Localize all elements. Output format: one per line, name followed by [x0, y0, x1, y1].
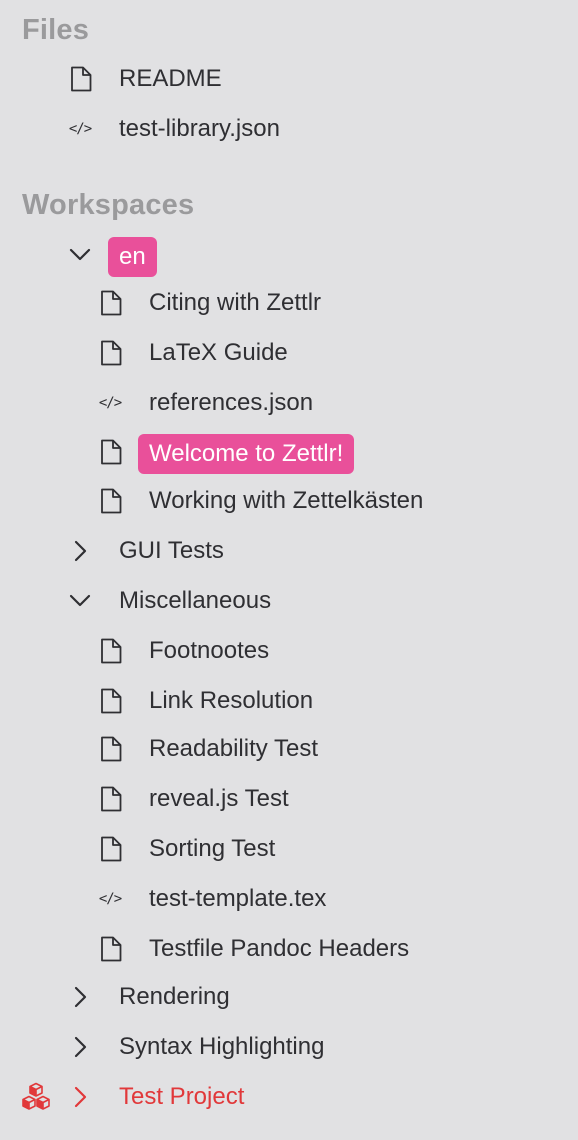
file-item-label: Testfile Pandoc Headers	[149, 935, 410, 962]
folder-label: Rendering	[119, 983, 230, 1010]
folder-syntax-highlighting[interactable]: Syntax Highlighting	[0, 1023, 578, 1071]
file-item-label: reveal.js Test	[149, 785, 289, 812]
file-item-working-with-zettelkasten[interactable]: Working with Zettelkästen	[0, 477, 578, 525]
file-icon	[97, 487, 125, 515]
file-item-label: Link Resolution	[149, 687, 314, 714]
file-icon	[97, 835, 125, 863]
file-icon	[97, 735, 125, 763]
file-item-references-json[interactable]: </> references.json	[0, 379, 578, 427]
file-item-label: Citing with Zettlr	[149, 289, 322, 316]
file-item-label: Sorting Test	[149, 835, 276, 862]
file-item-readability-test[interactable]: Readability Test	[0, 725, 578, 773]
code-file-icon: </>	[98, 395, 122, 411]
file-tree-sidebar: Files README </> test-library.json Works…	[0, 0, 578, 1140]
file-item-latex-guide[interactable]: LaTeX Guide	[0, 329, 578, 377]
chevron-right-icon[interactable]	[66, 1033, 94, 1061]
file-icon	[97, 687, 125, 715]
chevron-down-icon[interactable]	[66, 587, 94, 615]
file-item-label: Readability Test	[149, 735, 318, 762]
folder-gui-tests[interactable]: GUI Tests	[0, 527, 578, 575]
file-item-label: test-template.tex	[149, 885, 327, 912]
folder-label: GUI Tests	[119, 537, 224, 564]
file-icon	[97, 289, 125, 317]
folder-rendering[interactable]: Rendering	[0, 973, 578, 1021]
file-item-label: LaTeX Guide	[149, 339, 288, 366]
folder-label: Syntax Highlighting	[119, 1033, 325, 1060]
project-cubes-icon	[20, 1082, 52, 1111]
file-item-label: references.json	[149, 389, 314, 416]
code-file-icon: </>	[98, 891, 122, 907]
chevron-right-icon[interactable]	[66, 983, 94, 1011]
chevron-right-icon[interactable]	[66, 1083, 94, 1111]
file-item-test-template-tex[interactable]: </> test-template.tex	[0, 875, 578, 923]
workspaces-section-heading: Workspaces	[22, 189, 195, 221]
folder-en[interactable]: en	[0, 231, 578, 279]
file-item-sorting-test[interactable]: Sorting Test	[0, 825, 578, 873]
file-item-label: README	[119, 65, 222, 92]
folder-en-tag: en	[108, 237, 157, 277]
file-icon	[97, 935, 125, 963]
code-file-icon: </>	[68, 121, 92, 137]
folder-label: Miscellaneous	[119, 587, 272, 614]
file-item-revealjs-test[interactable]: reveal.js Test	[0, 775, 578, 823]
file-item-testfile-pandoc-headers[interactable]: Testfile Pandoc Headers	[0, 925, 578, 973]
file-icon	[97, 438, 125, 466]
chevron-down-icon[interactable]	[66, 241, 94, 269]
files-section-heading: Files	[22, 14, 90, 46]
file-item-test-library-json[interactable]: </> test-library.json	[0, 105, 578, 153]
file-item-label: Footnootes	[149, 637, 270, 664]
folder-miscellaneous[interactable]: Miscellaneous	[0, 577, 578, 625]
file-item-label: Working with Zettelkästen	[149, 487, 424, 514]
file-item-citing-with-zettlr[interactable]: Citing with Zettlr	[0, 279, 578, 327]
file-item-label: test-library.json	[119, 115, 280, 142]
file-icon	[97, 785, 125, 813]
file-item-link-resolution[interactable]: Link Resolution	[0, 677, 578, 725]
folder-label: Test Project	[119, 1083, 245, 1110]
chevron-right-icon[interactable]	[66, 537, 94, 565]
file-item-label-selected: Welcome to Zettlr!	[138, 434, 355, 474]
file-item-welcome-to-zettlr[interactable]: Welcome to Zettlr!	[0, 428, 578, 476]
file-icon	[97, 637, 125, 665]
file-item-footnootes[interactable]: Footnootes	[0, 627, 578, 675]
file-icon	[67, 65, 95, 93]
folder-test-project[interactable]: Test Project	[0, 1073, 578, 1121]
file-icon	[97, 339, 125, 367]
file-item-readme[interactable]: README	[0, 55, 578, 103]
